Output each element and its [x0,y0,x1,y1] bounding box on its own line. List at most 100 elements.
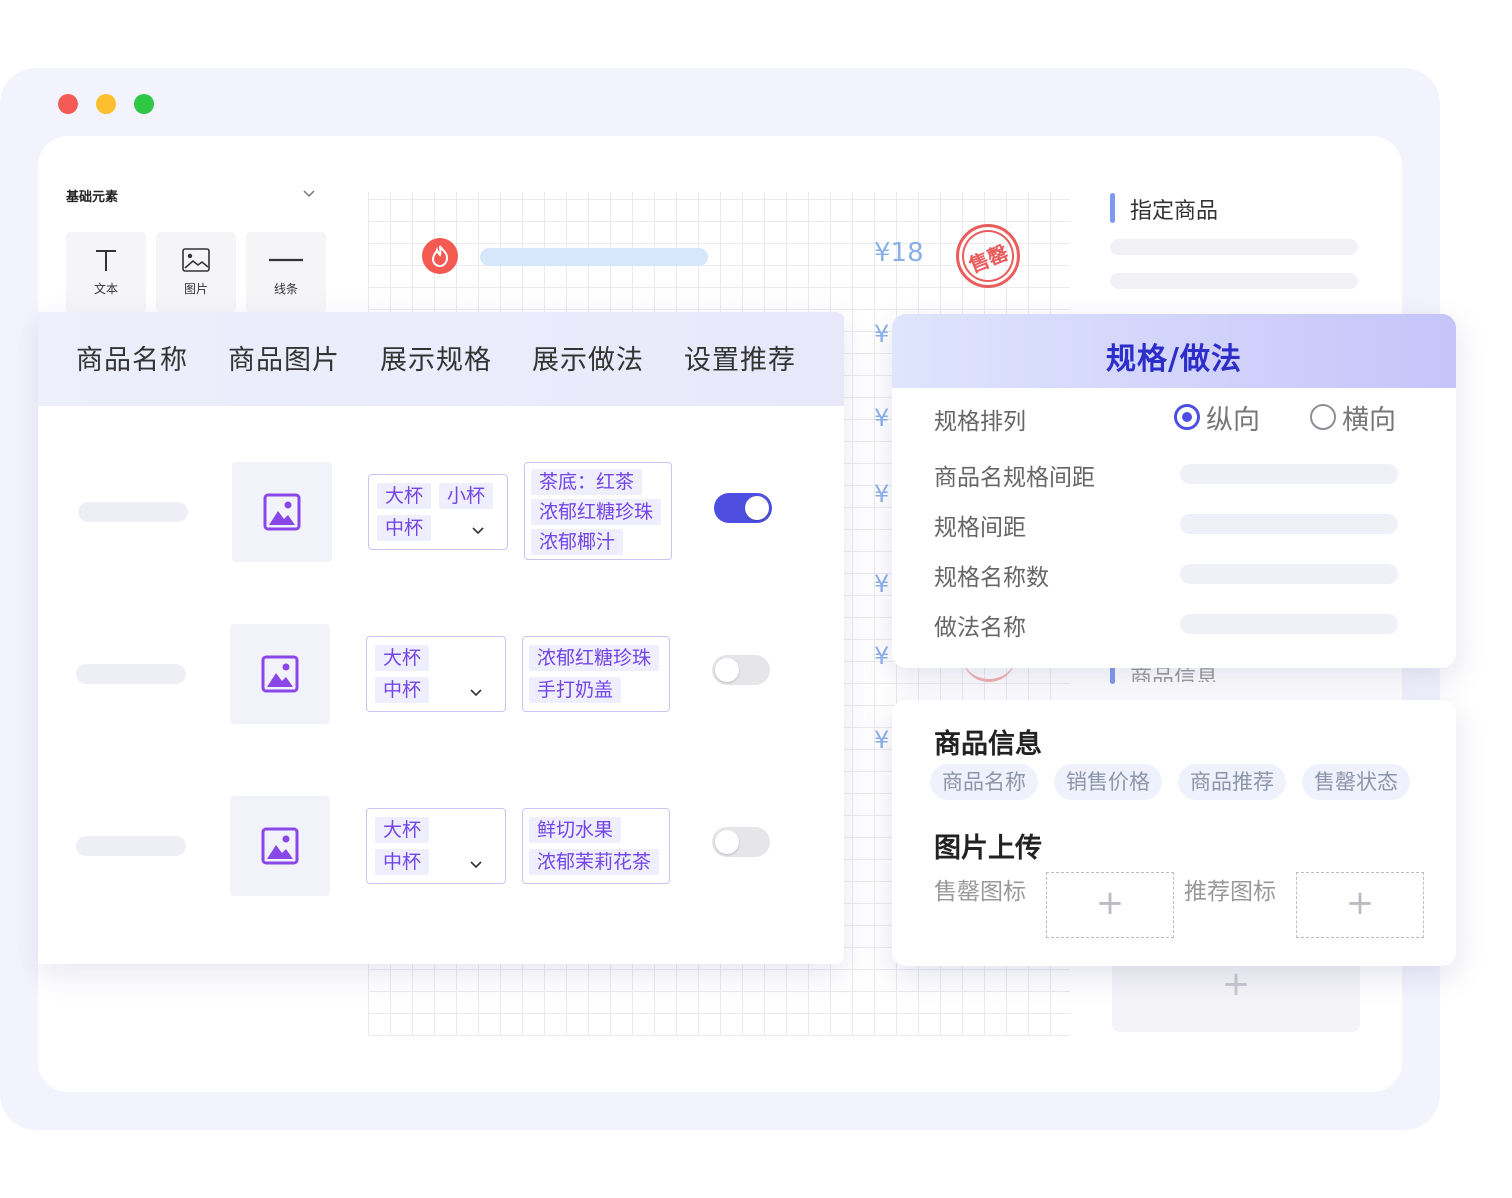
spec-select[interactable]: 大杯 中杯 [366,636,506,712]
field-pill[interactable]: 商品推荐 [1178,764,1286,800]
method-tag: 茶底：红茶 [531,469,643,495]
method-tag: 浓郁茉莉花茶 [529,849,660,875]
price-symbol: ¥ [874,320,890,348]
placeholder-line [1110,273,1358,289]
section-accent [1110,193,1115,223]
spec-select[interactable]: 大杯 中杯 [366,808,506,884]
chevron-down-icon[interactable] [471,521,485,540]
sold-out-stamp: 售罄 [956,224,1020,288]
radio-horizontal-label[interactable]: 横向 [1342,398,1396,437]
method-tag: 手打奶盖 [529,677,622,703]
method-select[interactable]: 鲜切水果 浓郁茉莉花茶 [522,808,670,884]
panel-title: 基础元素 [66,190,119,205]
header-product-name: 商品名称 [76,345,188,376]
product-name-placeholder [76,664,186,684]
window-minimize-button[interactable] [96,94,116,114]
product-info-card: 商品信息 商品名称 销售价格 商品推荐 售罄状态 图片上传 售罄图标 + 推荐图… [892,700,1456,966]
setting-input[interactable] [1180,614,1398,634]
method-tag: 浓郁椰汁 [531,529,624,555]
setting-input[interactable] [1180,464,1398,484]
method-tag: 浓郁红糖珍珠 [529,645,660,671]
price-symbol: ¥ [874,726,890,754]
spec-select[interactable]: 大杯 小杯 中杯 [368,474,508,550]
setting-input[interactable] [1180,564,1398,584]
image-upload-title: 图片上传 [934,833,1042,864]
setting-label: 规格名称数 [934,565,1049,591]
stamp-text: 售罄 [965,240,1012,278]
radio-vertical[interactable] [1174,404,1200,430]
method-tag: 鲜切水果 [529,817,622,843]
arrangement-label: 规格排列 [934,409,1026,435]
header-display-method: 展示做法 [532,345,644,376]
setting-label: 规格间距 [934,515,1026,541]
recommend-toggle[interactable] [712,655,770,685]
price-symbol: ¥ [874,642,890,670]
window-close-button[interactable] [58,94,78,114]
upload-soldout-icon[interactable]: + [1046,872,1174,938]
plus-icon: + [1345,883,1375,923]
chevron-down-icon[interactable] [302,186,316,203]
image-icon [263,493,301,531]
field-pill[interactable]: 商品名称 [930,764,1038,800]
setting-input[interactable] [1180,514,1398,534]
product-table: 商品名称 商品图片 展示规格 展示做法 设置推荐 大杯 小杯 中杯 茶底：红茶 … [38,312,844,964]
spec-settings-card: 规格/做法 规格排列 纵向 横向 商品名规格间距 规格间距 规格名称数 做法名称 [892,314,1456,668]
header-set-recommend: 设置推荐 [684,345,796,376]
chevron-down-icon[interactable] [469,855,483,874]
product-image-placeholder[interactable] [232,462,332,562]
price-symbol: ¥ [874,404,890,432]
recommend-toggle[interactable] [712,827,770,857]
product-price: ¥18 [874,238,924,268]
field-pill[interactable]: 售罄状态 [1302,764,1410,800]
recommend-toggle[interactable] [714,493,772,523]
tool-text-label: 文本 [93,282,118,296]
placeholder-line [1110,239,1358,255]
spec-tag: 大杯 [377,483,432,509]
spec-tag: 中杯 [375,677,430,703]
upload-label-recommend: 推荐图标 [1184,879,1276,905]
tool-line[interactable]: 线条 [246,232,326,312]
spec-tag: 中杯 [377,515,432,541]
product-name-placeholder [76,836,186,856]
chevron-down-icon[interactable] [469,683,483,702]
price-symbol: ¥ [874,480,890,508]
spec-settings-title: 规格/做法 [1106,342,1242,377]
tool-image[interactable]: 图片 [156,232,236,312]
text-icon [66,246,146,274]
spec-tag: 中杯 [375,849,430,875]
product-info-title: 商品信息 [934,729,1042,760]
header-display-spec: 展示规格 [380,345,492,376]
upload-recommend-icon[interactable]: + [1296,872,1424,938]
spec-tag: 大杯 [375,817,430,843]
spec-tag: 小杯 [439,483,494,509]
method-select[interactable]: 茶底：红茶 浓郁红糖珍珠 浓郁椰汁 [524,462,672,560]
fire-icon [422,238,458,274]
tool-image-label: 图片 [183,282,208,296]
tool-text[interactable]: 文本 [66,232,146,312]
spec-tag: 大杯 [375,645,430,671]
product-name-placeholder [78,502,188,522]
radio-vertical-label[interactable]: 纵向 [1206,398,1260,437]
method-select[interactable]: 浓郁红糖珍珠 手打奶盖 [522,636,670,712]
image-icon [156,246,236,274]
spec-settings-header: 规格/做法 [892,314,1456,388]
plus-icon: + [1221,964,1251,1004]
price-symbol: ¥ [874,570,890,598]
radio-horizontal[interactable] [1310,404,1336,430]
header-product-image: 商品图片 [228,345,340,376]
setting-label: 做法名称 [934,615,1026,641]
method-tag: 浓郁红糖珍珠 [531,499,662,525]
table-header: 商品名称 商品图片 展示规格 展示做法 设置推荐 [38,312,844,406]
product-image-placeholder[interactable] [230,624,330,724]
image-icon [261,655,299,693]
product-image-placeholder[interactable] [230,796,330,896]
image-icon [261,827,299,865]
field-pill[interactable]: 销售价格 [1054,764,1162,800]
setting-label: 商品名规格间距 [934,465,1095,491]
tool-line-label: 线条 [273,282,298,296]
plus-icon: + [1095,883,1125,923]
window-maximize-button[interactable] [134,94,154,114]
line-icon [246,246,326,274]
upload-label-soldout: 售罄图标 [934,879,1026,905]
section-title-product: 指定商品 [1130,199,1219,224]
